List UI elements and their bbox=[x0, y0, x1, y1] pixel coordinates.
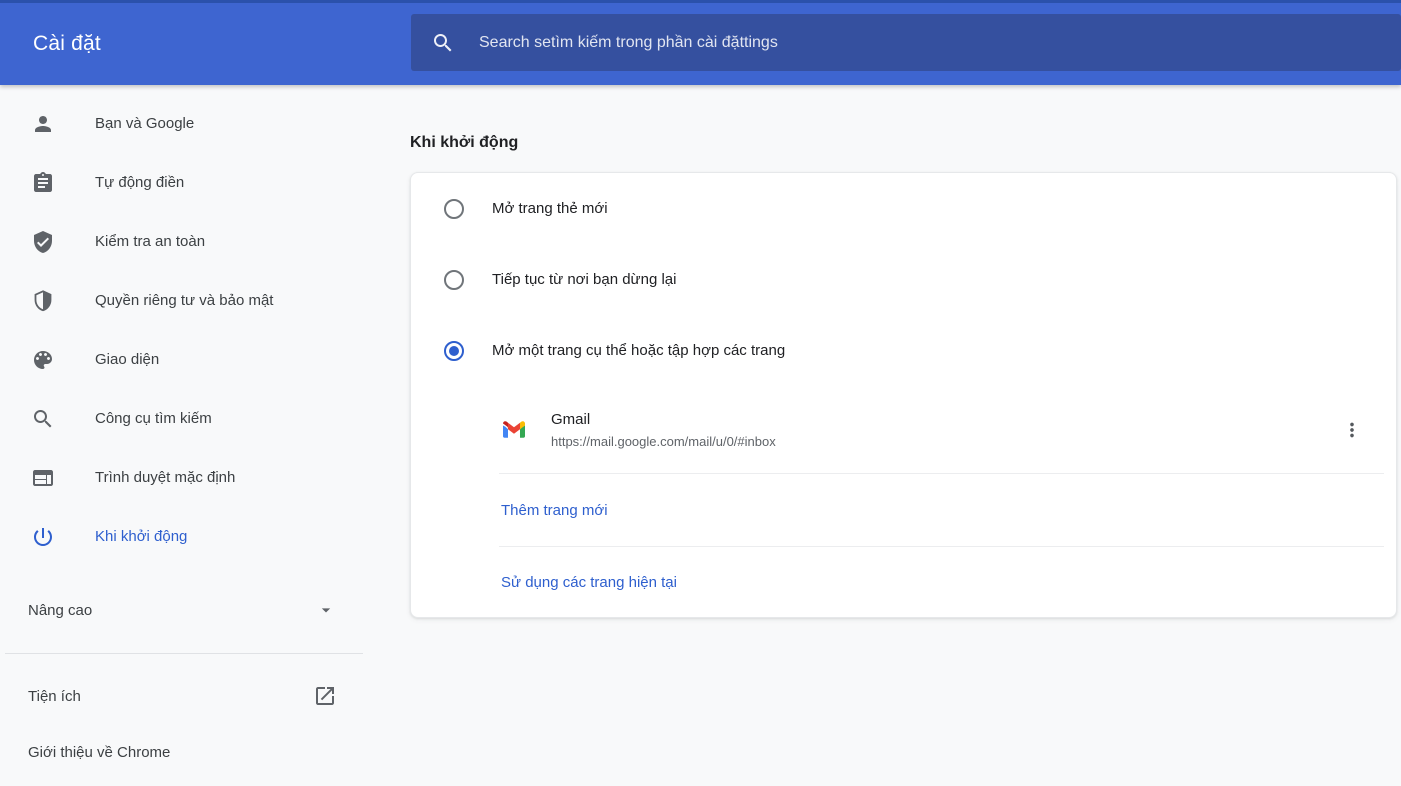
sidebar-item-label: Công cụ tìm kiếm bbox=[95, 410, 212, 427]
radio-continue-where-left-off[interactable]: Tiếp tục từ nơi bạn dừng lại bbox=[411, 244, 1396, 315]
sidebar-item-label: Trình duyệt mặc định bbox=[95, 469, 235, 486]
sidebar-item-label: Khi khởi động bbox=[95, 528, 187, 545]
use-current-pages-row: Sử dụng các trang hiện tại bbox=[411, 547, 1396, 617]
search-icon bbox=[31, 407, 55, 431]
page-title: Cài đặt bbox=[33, 32, 101, 56]
on-startup-card: Mở trang thẻ mới Tiếp tục từ nơi bạn dừn… bbox=[410, 172, 1397, 618]
sidebar-divider bbox=[5, 653, 363, 654]
sidebar-item-autofill[interactable]: Tự động điền bbox=[0, 153, 410, 212]
startup-page-info: Gmail https://mail.google.com/mail/u/0/#… bbox=[551, 411, 776, 449]
gmail-icon bbox=[503, 421, 525, 438]
advanced-label: Nâng cao bbox=[28, 602, 92, 619]
search-icon bbox=[431, 31, 455, 55]
safety-check-shield-icon bbox=[31, 230, 55, 254]
sidebar-item-about-chrome[interactable]: Giới thiệu về Chrome bbox=[0, 724, 410, 780]
more-actions-button[interactable] bbox=[1336, 414, 1368, 446]
startup-page-row: Gmail https://mail.google.com/mail/u/0/#… bbox=[411, 386, 1396, 473]
sidebar-item-label: Bạn và Google bbox=[95, 115, 194, 132]
extensions-label: Tiện ích bbox=[28, 688, 81, 705]
add-new-page-link[interactable]: Thêm trang mới bbox=[501, 502, 608, 519]
radio-label: Mở một trang cụ thể hoặc tập hợp các tra… bbox=[492, 342, 785, 359]
settings-search-box[interactable] bbox=[411, 14, 1401, 71]
browser-window-icon bbox=[31, 466, 55, 490]
radio-label: Mở trang thẻ mới bbox=[492, 200, 608, 217]
startup-page-name: Gmail bbox=[551, 411, 776, 428]
search-input[interactable] bbox=[479, 14, 1401, 71]
autofill-clipboard-icon bbox=[31, 171, 55, 195]
section-title: Khi khởi động bbox=[410, 134, 1401, 152]
sidebar-item-label: Giao diện bbox=[95, 351, 159, 368]
palette-icon bbox=[31, 348, 55, 372]
settings-main: Khi khởi động Mở trang thẻ mới Tiếp tục … bbox=[410, 85, 1401, 786]
sidebar-item-privacy[interactable]: Quyền riêng tư và bảo mật bbox=[0, 271, 410, 330]
sidebar-item-default-browser[interactable]: Trình duyệt mặc định bbox=[0, 448, 410, 507]
sidebar-item-search-engine[interactable]: Công cụ tìm kiếm bbox=[0, 389, 410, 448]
sidebar-item-label: Tự động điền bbox=[95, 174, 184, 191]
radio-button[interactable] bbox=[444, 199, 464, 219]
use-current-pages-link[interactable]: Sử dụng các trang hiện tại bbox=[501, 574, 677, 591]
radio-button[interactable] bbox=[444, 270, 464, 290]
sidebar-item-label: Kiểm tra an toàn bbox=[95, 233, 205, 250]
settings-sidebar: Bạn và Google Tự động điền Kiểm tra an t… bbox=[0, 85, 410, 786]
open-in-new-icon bbox=[313, 684, 337, 708]
add-page-row: Thêm trang mới bbox=[411, 474, 1396, 546]
privacy-shield-icon bbox=[31, 289, 55, 313]
radio-label: Tiếp tục từ nơi bạn dừng lại bbox=[492, 271, 676, 288]
radio-open-new-tab[interactable]: Mở trang thẻ mới bbox=[411, 173, 1396, 244]
about-label: Giới thiệu về Chrome bbox=[28, 744, 170, 761]
sidebar-item-on-startup[interactable]: Khi khởi động bbox=[0, 507, 410, 566]
chevron-down-icon bbox=[316, 600, 336, 620]
startup-page-url: https://mail.google.com/mail/u/0/#inbox bbox=[551, 434, 776, 449]
person-icon bbox=[31, 112, 55, 136]
radio-open-specific-pages[interactable]: Mở một trang cụ thể hoặc tập hợp các tra… bbox=[411, 315, 1396, 386]
power-icon bbox=[31, 525, 55, 549]
more-vert-icon bbox=[1341, 419, 1363, 441]
sidebar-item-extensions[interactable]: Tiện ích bbox=[0, 668, 410, 724]
sidebar-item-appearance[interactable]: Giao diện bbox=[0, 330, 410, 389]
sidebar-advanced-toggle[interactable]: Nâng cao bbox=[0, 571, 410, 649]
radio-button-selected[interactable] bbox=[444, 341, 464, 361]
sidebar-item-safety-check[interactable]: Kiểm tra an toàn bbox=[0, 212, 410, 271]
sidebar-item-you-and-google[interactable]: Bạn và Google bbox=[0, 94, 410, 153]
settings-header: Cài đặt bbox=[0, 0, 1401, 85]
sidebar-item-label: Quyền riêng tư và bảo mật bbox=[95, 292, 273, 309]
